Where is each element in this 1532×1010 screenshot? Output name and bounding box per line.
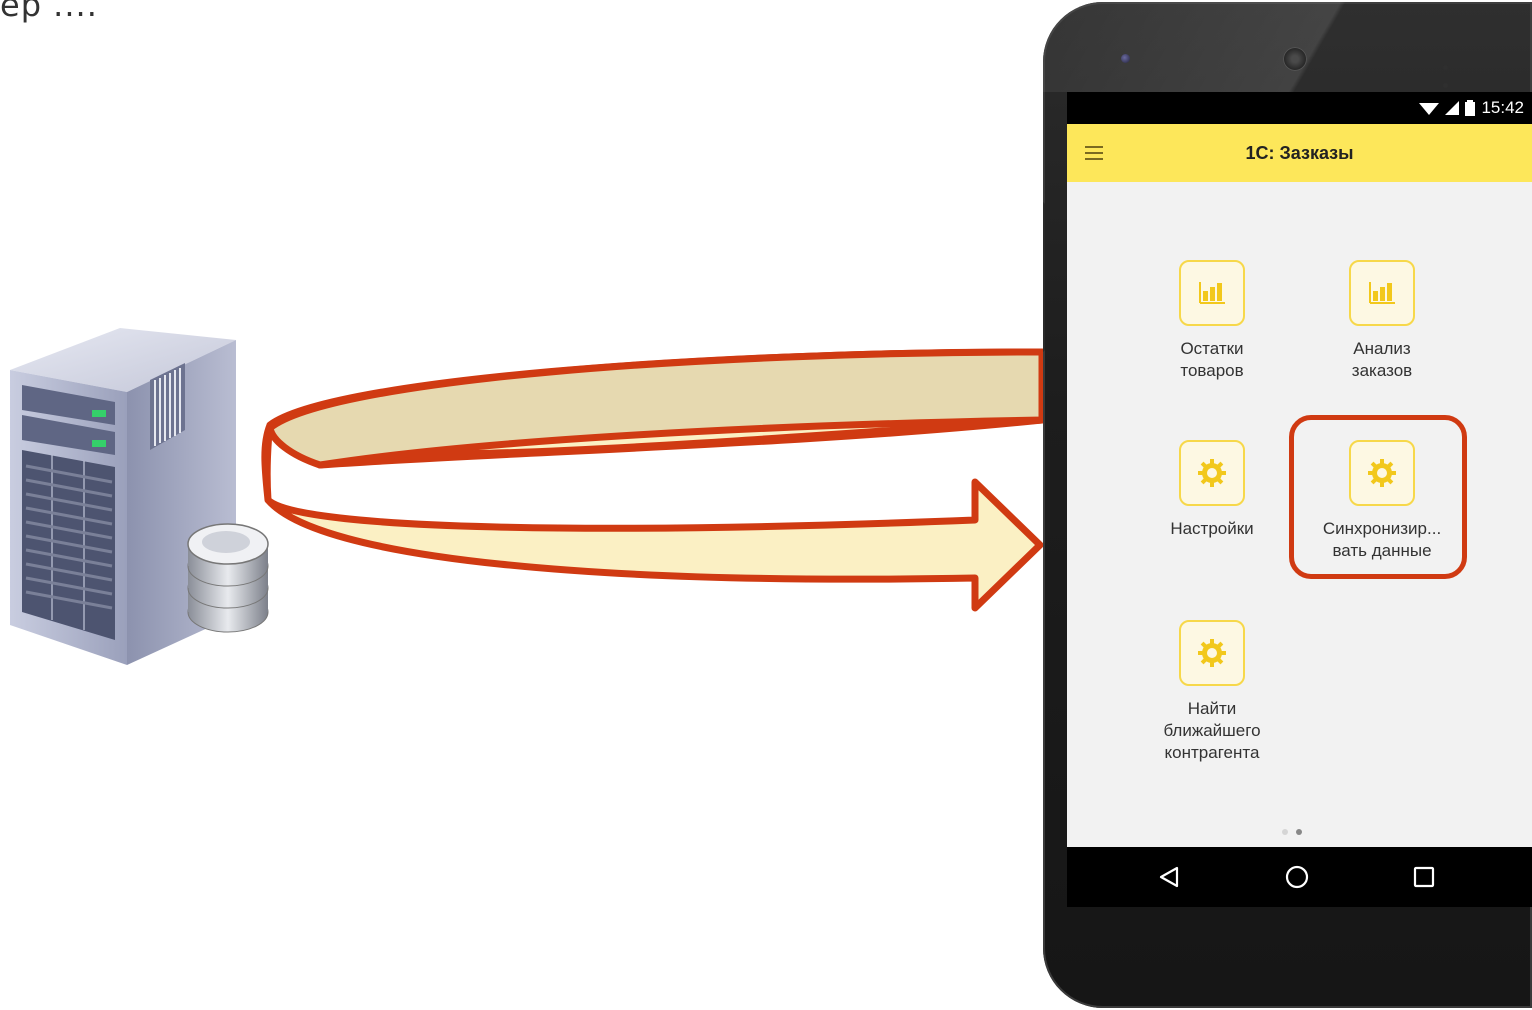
tile-settings[interactable]: Настройки [1132, 440, 1292, 540]
recents-icon [1413, 866, 1435, 888]
home-button[interactable] [1267, 847, 1327, 907]
tile-label: Остатки [1180, 339, 1244, 358]
front-camera [1121, 54, 1130, 63]
tile-label: Найти [1187, 699, 1237, 718]
sync-arrow [261, 348, 1046, 612]
tile-find-nearest-counterparty[interactable]: Найти ближайшего контрагента [1132, 620, 1292, 764]
tile-order-analysis[interactable]: Анализ заказов [1302, 260, 1462, 382]
page-dot-active[interactable] [1296, 829, 1302, 835]
bar-chart-icon [1179, 260, 1245, 326]
app-bar: 1С: Зазказы [1067, 124, 1532, 182]
battery-icon [1465, 100, 1476, 116]
bar-chart-icon [1349, 260, 1415, 326]
status-bar: 15:42 [1067, 92, 1532, 124]
smartphone: 15:42 1С: Зазказы Остатки товаров Анализ… [1043, 2, 1532, 1008]
status-time: 15:42 [1481, 98, 1524, 117]
back-icon [1159, 866, 1179, 888]
sync-highlight-frame [1289, 415, 1467, 579]
proximity-sensor [1443, 57, 1473, 88]
tile-label: Настройки [1170, 519, 1254, 538]
tile-label: товаров [1180, 361, 1244, 380]
tile-label: заказов [1351, 361, 1413, 380]
earpiece-speaker [1283, 47, 1307, 71]
home-icon [1285, 865, 1309, 889]
page-indicator [1282, 829, 1302, 835]
phone-side-button [1043, 202, 1045, 352]
app-title: 1С: Зазказы [1245, 143, 1354, 163]
tile-label: Анализ [1353, 339, 1411, 358]
phone-screen: 15:42 1С: Зазказы Остатки товаров Анализ… [1067, 92, 1532, 907]
gear-icon [1179, 620, 1245, 686]
tile-label: контрагента [1164, 743, 1260, 762]
android-nav-bar [1067, 847, 1532, 907]
back-button[interactable] [1139, 847, 1199, 907]
wifi-icon [1419, 103, 1440, 115]
page-dot[interactable] [1282, 829, 1288, 835]
database-icon [187, 523, 269, 633]
gear-icon [1179, 440, 1245, 506]
signal-icon [1445, 101, 1460, 115]
recents-button[interactable] [1394, 847, 1454, 907]
tile-label: ближайшего [1163, 721, 1261, 740]
tile-stock-balances[interactable]: Остатки товаров [1132, 260, 1292, 382]
